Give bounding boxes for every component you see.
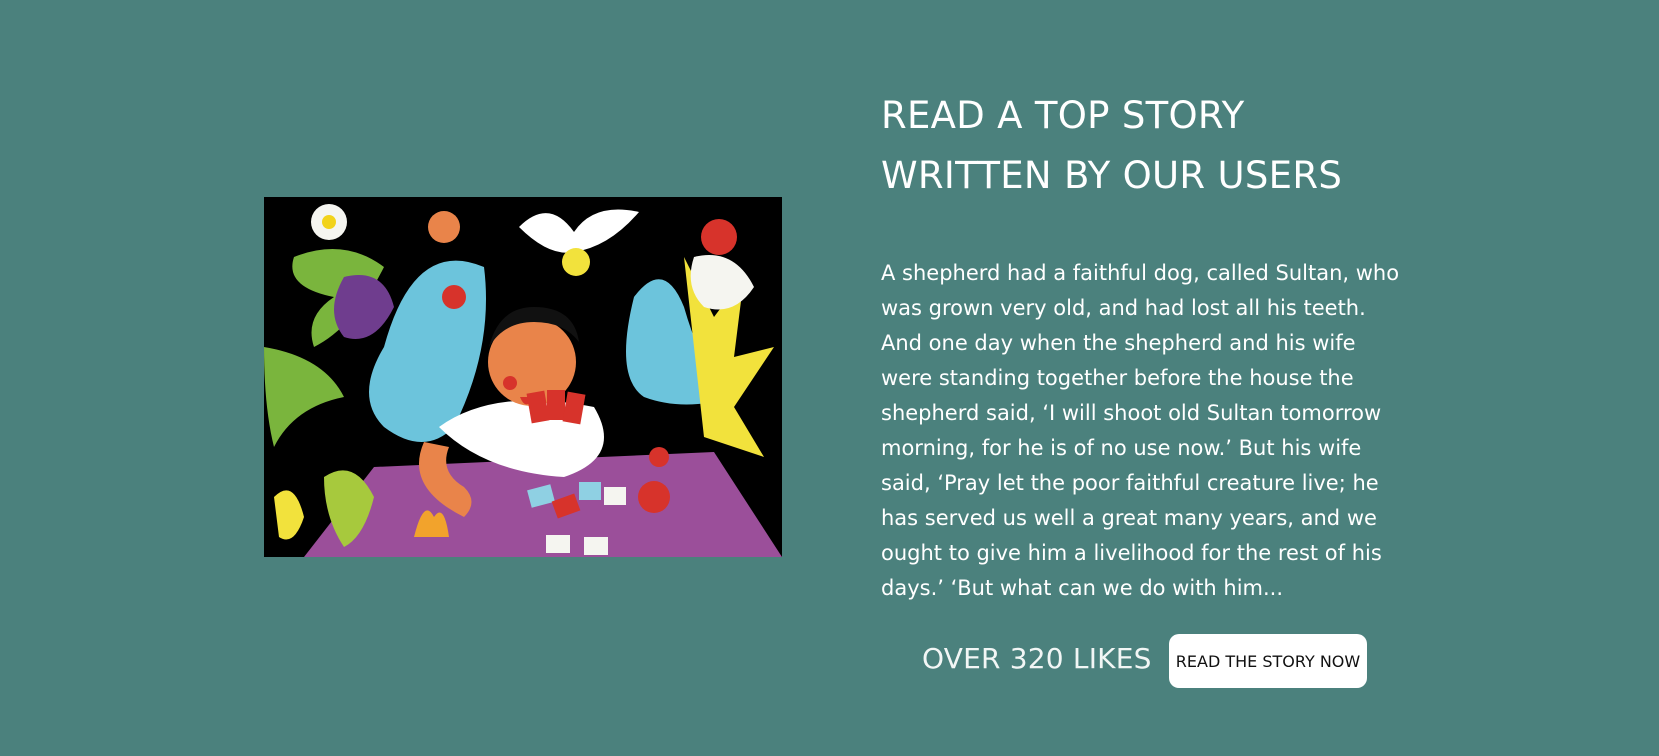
story-excerpt: A shepherd had a faithful dog, called Su…	[881, 261, 1400, 600]
hero-title: READ A TOP STORY WRITTEN BY OUR USERS	[881, 86, 1401, 206]
read-story-button[interactable]: READ THE STORY NOW	[1169, 634, 1367, 688]
likes-count: OVER 320 LIKES	[922, 642, 1152, 675]
story-illustration	[264, 197, 782, 557]
hero-text-column: READ A TOP STORY WRITTEN BY OUR USERS	[881, 86, 1401, 206]
hero-title-line-2: WRITTEN BY OUR USERS	[881, 154, 1343, 197]
hero-title-line-1: READ A TOP STORY	[881, 94, 1245, 137]
